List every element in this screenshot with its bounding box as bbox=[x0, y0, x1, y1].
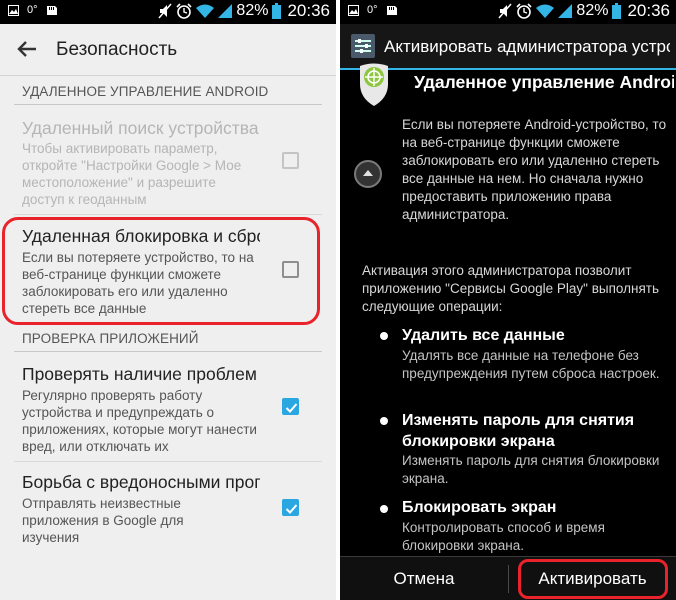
policy-desc: Контролировать способ и время блокировки… bbox=[402, 520, 605, 553]
dialog-title-bar: Активировать администратора устройства? bbox=[340, 24, 676, 70]
signal-icon bbox=[558, 4, 573, 18]
activate-button[interactable]: Активировать bbox=[509, 557, 676, 600]
mute-icon bbox=[498, 3, 512, 19]
remote-find-summary: Чтобы активировать параметр, откройте "Н… bbox=[22, 141, 242, 207]
status-bar: 0° 82% 20:36 bbox=[340, 0, 676, 24]
policy-title: Блокировать экран bbox=[402, 499, 557, 516]
back-arrow-icon[interactable] bbox=[14, 36, 40, 62]
action-bar: Безопасность bbox=[0, 24, 336, 76]
policy-title: Удалить все данные bbox=[402, 327, 565, 344]
signal-icon bbox=[218, 4, 233, 18]
status-bar: 0° 82% 20:36 bbox=[0, 0, 336, 24]
temperature-label: 0° bbox=[367, 4, 378, 16]
section-header-android: УДАЛЕННОЕ УПРАВЛЕНИЕ ANDROID bbox=[22, 84, 269, 99]
bullet bbox=[380, 417, 388, 425]
dialog-button-bar: Отмена Активировать bbox=[340, 556, 676, 600]
section-divider bbox=[14, 104, 322, 105]
clock: 20:36 bbox=[287, 1, 330, 20]
malware-title: Борьба с вредоносными программами bbox=[22, 472, 260, 492]
malware-checkbox[interactable] bbox=[282, 499, 299, 516]
verify-apps-title: Проверять наличие проблем bbox=[22, 364, 257, 384]
section-header-apps: ПРОВЕРКА ПРИЛОЖЕНИЙ bbox=[22, 331, 199, 346]
row-divider bbox=[14, 214, 322, 215]
bullet bbox=[380, 505, 388, 513]
sd-card-icon bbox=[46, 5, 57, 15]
app-name: Удаленное управление Android bbox=[414, 72, 674, 92]
gallery-icon bbox=[8, 4, 19, 16]
device-admin-screen: 0° 82% 20:36 Активировать администратора… bbox=[340, 0, 676, 600]
wifi-icon bbox=[196, 4, 215, 18]
admin-app-icon bbox=[360, 63, 388, 106]
checkmark-icon bbox=[285, 504, 298, 514]
wifi-icon bbox=[536, 4, 555, 18]
verify-apps-summary: Регулярно проверять работу устройства и … bbox=[22, 388, 257, 454]
battery-percent: 82% bbox=[576, 2, 609, 19]
settings-icon bbox=[351, 34, 375, 58]
policy-desc: Изменять пароль для снятия блокировки эк… bbox=[402, 453, 660, 486]
policy-desc: Удалять все данные на телефоне без преду… bbox=[402, 348, 660, 381]
gallery-icon bbox=[348, 4, 359, 16]
remote-find-title: Удаленный поиск устройства bbox=[22, 118, 259, 138]
security-settings-screen: 0° 82% 20:36 Безопасность УДАЛЕННОЕ УПРА… bbox=[0, 0, 336, 600]
remote-lock-title: Удаленная блокировка и сброс bbox=[22, 226, 260, 246]
cancel-button[interactable]: Отмена bbox=[340, 557, 508, 600]
dialog-title: Активировать администратора устройства? bbox=[384, 37, 670, 56]
checkmark-icon bbox=[285, 403, 298, 413]
policies-intro: Активация этого администратора позволит … bbox=[362, 263, 659, 314]
row-divider bbox=[14, 461, 322, 462]
alarm-icon bbox=[176, 3, 192, 19]
temperature-label: 0° bbox=[27, 4, 38, 16]
battery-percent: 82% bbox=[236, 2, 269, 19]
sd-card-icon bbox=[386, 5, 397, 15]
malware-summary: Отправлять неизвестные приложения в Goog… bbox=[22, 496, 184, 545]
mute-icon bbox=[158, 3, 172, 19]
page-title: Безопасность bbox=[56, 39, 178, 60]
remote-find-checkbox bbox=[282, 152, 299, 169]
section-divider bbox=[14, 351, 322, 352]
remote-lock-checkbox[interactable] bbox=[282, 261, 299, 278]
remote-lock-summary: Если вы потеряете устройство, то на веб-… bbox=[22, 250, 254, 316]
battery-icon bbox=[612, 3, 622, 19]
clock: 20:36 bbox=[627, 1, 670, 20]
app-description: Если вы потеряете Android-устройство, то… bbox=[402, 117, 667, 222]
battery-icon bbox=[272, 3, 282, 19]
bullet bbox=[380, 332, 388, 340]
alarm-icon bbox=[516, 3, 532, 19]
verify-apps-checkbox[interactable] bbox=[282, 398, 299, 415]
policy-title: Изменять пароль для снятия блокировки эк… bbox=[402, 412, 635, 450]
collapse-icon[interactable] bbox=[354, 160, 382, 188]
